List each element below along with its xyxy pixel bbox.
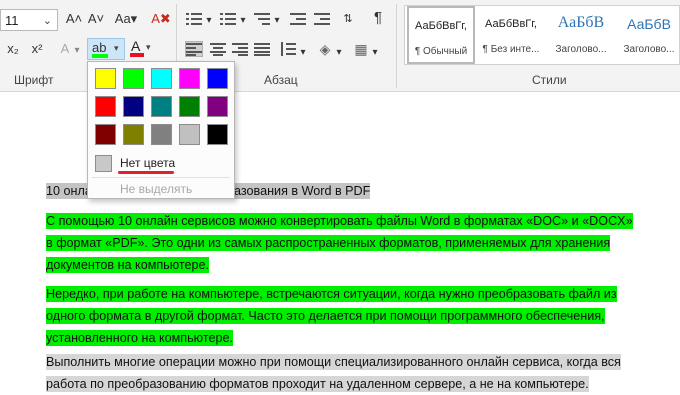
highlight-color-swatch[interactable] bbox=[207, 68, 228, 89]
font-color-icon[interactable]: A bbox=[131, 38, 140, 54]
style-sample: АаБбВвГг, bbox=[415, 20, 467, 32]
align-left-icon[interactable] bbox=[185, 41, 203, 57]
chevron-down-icon[interactable]: ⌄ bbox=[43, 14, 52, 27]
document-line[interactable]: Выполнить многие операции можно при помо… bbox=[46, 352, 621, 372]
style-heading-2[interactable]: АаБбВ Заголово... bbox=[617, 6, 680, 64]
align-right-icon[interactable] bbox=[232, 42, 248, 56]
stop-highlighting-label[interactable]: Не выделять bbox=[120, 182, 192, 196]
styles-gallery: АаБбВвГг, ¶ Обычный АаБбВвГг, ¶ Без инте… bbox=[404, 5, 680, 65]
sort-icon[interactable]: ⇅ bbox=[340, 10, 356, 30]
justify-icon[interactable] bbox=[254, 42, 270, 56]
style-name: Заголово... bbox=[623, 44, 675, 55]
align-center-icon[interactable] bbox=[210, 42, 226, 56]
document-line[interactable]: Нередко, при работе на компьютере, встре… bbox=[46, 284, 617, 304]
clear-formatting-button[interactable]: A✖ bbox=[150, 10, 172, 30]
highlight-color-swatch[interactable] bbox=[151, 96, 172, 117]
shading-icon[interactable]: ◈ bbox=[316, 40, 334, 60]
document-line[interactable]: документов на компьютере. bbox=[46, 255, 210, 275]
highlight-color-swatch[interactable] bbox=[123, 124, 144, 145]
highlight-color-swatch[interactable] bbox=[123, 96, 144, 117]
shrink-font-button[interactable]: A˅ bbox=[86, 10, 106, 30]
styles-group-label: Стили bbox=[532, 73, 567, 87]
grow-font-button[interactable]: A˄ bbox=[64, 10, 84, 30]
multilevel-list-icon[interactable] bbox=[254, 12, 270, 26]
style-sample: АаБбВ bbox=[627, 16, 671, 32]
highlight-color-swatch[interactable] bbox=[179, 96, 200, 117]
text-highlight-color-button[interactable]: ab ▾ bbox=[87, 38, 125, 60]
style-name: ¶ Обычный bbox=[414, 46, 468, 57]
no-color-swatch[interactable] bbox=[95, 155, 112, 172]
style-name: ¶ Без инте... bbox=[482, 44, 540, 55]
text-effects-button[interactable]: A bbox=[58, 40, 72, 60]
style-sample: АаБбВ bbox=[557, 14, 605, 31]
font-size-value[interactable]: 11 bbox=[5, 13, 19, 28]
paragraph-group-label: Абзац bbox=[264, 73, 298, 87]
font-color-bar bbox=[130, 53, 144, 57]
line-spacing-icon[interactable] bbox=[280, 42, 296, 56]
highlight-color-swatch[interactable] bbox=[207, 96, 228, 117]
highlight-color-bar bbox=[92, 54, 108, 58]
chevron-down-icon[interactable]: ▾ bbox=[114, 43, 119, 54]
style-heading-1[interactable]: АаБбВ Заголово... bbox=[547, 6, 615, 64]
highlight-color-swatch[interactable] bbox=[95, 68, 116, 89]
borders-icon[interactable]: ▦ bbox=[352, 40, 370, 60]
change-case-button[interactable]: Aa▾ bbox=[110, 10, 142, 30]
highlight-color-swatch[interactable] bbox=[179, 124, 200, 145]
stop-highlighting-option[interactable]: Не выделять bbox=[92, 177, 230, 197]
chevron-down-icon[interactable]: ▾ bbox=[146, 42, 151, 53]
highlight-color-swatch[interactable] bbox=[207, 124, 228, 145]
pilcrow-icon[interactable]: ¶ bbox=[370, 9, 386, 29]
highlight-color-swatch[interactable] bbox=[151, 68, 172, 89]
superscript-button[interactable]: x² bbox=[28, 40, 46, 60]
highlight-color-swatch[interactable] bbox=[151, 124, 172, 145]
subscript-button[interactable]: x₂ bbox=[4, 40, 22, 60]
highlight-color-swatch[interactable] bbox=[123, 68, 144, 89]
no-color-label[interactable]: Нет цвета bbox=[120, 156, 175, 170]
chevron-down-icon[interactable]: ▾ bbox=[370, 44, 380, 64]
style-normal[interactable]: АаБбВвГг, ¶ Обычный bbox=[407, 6, 475, 64]
highlighter-icon[interactable]: ab bbox=[92, 40, 106, 55]
chevron-down-icon[interactable]: ▾ bbox=[72, 42, 82, 62]
document-line[interactable]: в формат «PDF». Это одни из самых распро… bbox=[46, 233, 611, 253]
increase-indent-icon[interactable] bbox=[314, 12, 330, 26]
bullets-icon[interactable] bbox=[186, 12, 202, 26]
highlight-color-swatch[interactable] bbox=[95, 96, 116, 117]
chevron-down-icon[interactable]: ▾ bbox=[238, 12, 248, 32]
style-no-spacing[interactable]: АаБбВвГг, ¶ Без инте... bbox=[477, 6, 545, 64]
document-line[interactable]: работа по преобразованию форматов проход… bbox=[46, 374, 589, 394]
highlight-color-swatch[interactable] bbox=[179, 68, 200, 89]
document-line[interactable]: С помощью 10 онлайн сервисов можно конве… bbox=[46, 211, 633, 231]
chevron-down-icon[interactable]: ▾ bbox=[334, 44, 344, 64]
style-name: Заголово... bbox=[555, 44, 607, 55]
numbering-icon[interactable] bbox=[220, 12, 236, 26]
chevron-down-icon[interactable]: ▾ bbox=[204, 12, 214, 32]
highlight-color-swatch[interactable] bbox=[95, 124, 116, 145]
document-line[interactable]: одного формата в другой формат. Часто эт… bbox=[46, 306, 605, 326]
font-size-combobox[interactable]: 11 ⌄ bbox=[0, 9, 58, 31]
decrease-indent-icon[interactable] bbox=[290, 12, 306, 26]
chevron-down-icon[interactable]: ▾ bbox=[298, 44, 308, 64]
highlight-color-menu: Нет цвета Не выделять bbox=[87, 61, 235, 199]
font-color-button[interactable]: A ▾ bbox=[128, 38, 154, 60]
chevron-down-icon[interactable]: ▾ bbox=[272, 12, 282, 32]
style-sample: АаБбВвГг, bbox=[485, 18, 537, 30]
annotation-underline bbox=[118, 171, 174, 174]
document-line[interactable]: установленного на компьютере. bbox=[46, 328, 233, 348]
group-divider bbox=[396, 4, 397, 88]
font-group-label: Шрифт bbox=[14, 73, 54, 87]
